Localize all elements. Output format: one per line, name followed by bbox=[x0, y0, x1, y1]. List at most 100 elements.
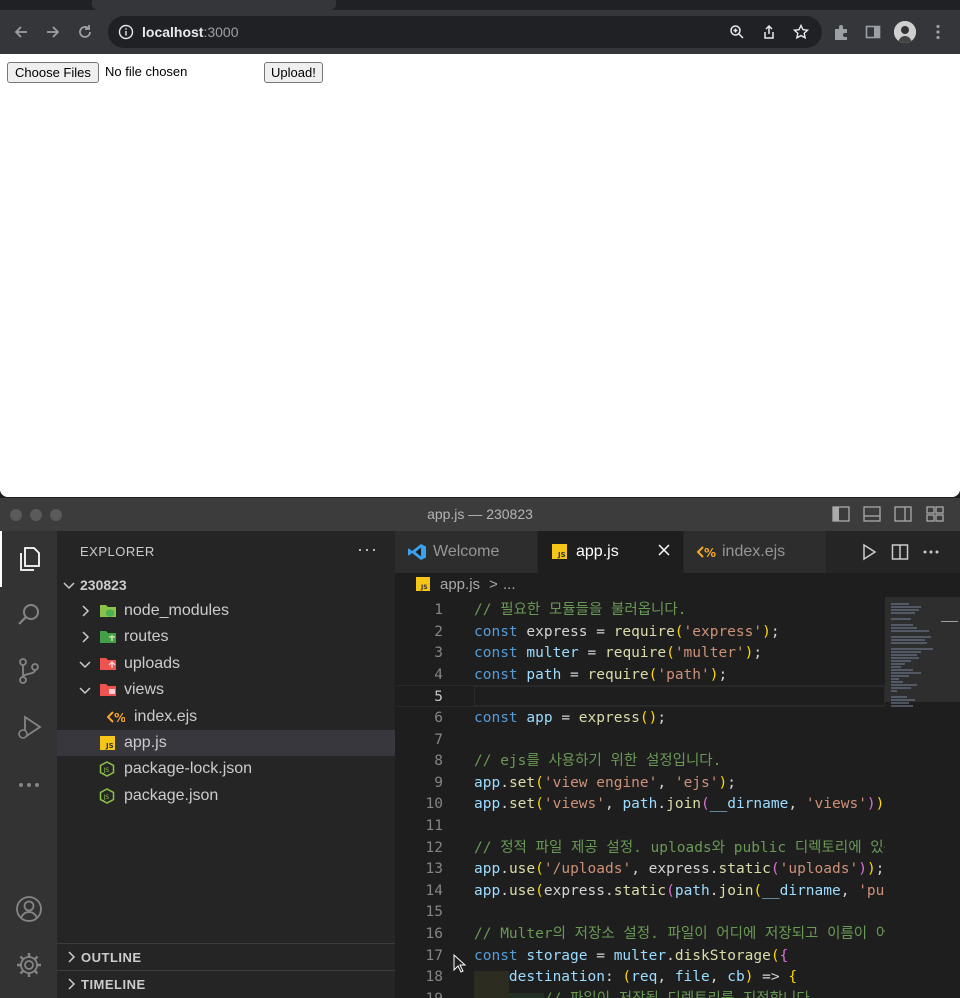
timeline-label: TIMELINE bbox=[81, 977, 146, 992]
upload-button[interactable]: Upload! bbox=[264, 62, 323, 83]
forward-button[interactable] bbox=[37, 10, 69, 54]
tree-item-package-json[interactable]: JS package.json bbox=[57, 783, 395, 809]
line-number: 11 bbox=[425, 818, 443, 834]
code-line[interactable]: 5 bbox=[395, 685, 885, 708]
browser-toolbar: localhost:3000 bbox=[0, 10, 960, 54]
timeline-section-header[interactable]: TIMELINE bbox=[57, 970, 395, 996]
explorer-more-actions[interactable]: ··· bbox=[357, 539, 378, 560]
minimap-line bbox=[891, 630, 929, 632]
svg-text:JS: JS bbox=[103, 767, 110, 774]
code-line[interactable]: 9 app.set('view engine', 'ejs'); bbox=[395, 772, 885, 794]
code-text: app.use('/uploads', express.static('uplo… bbox=[474, 861, 885, 878]
tree-item-index-ejs[interactable]: % index.ejs bbox=[57, 704, 395, 730]
side-panel-icon[interactable] bbox=[864, 23, 882, 41]
code-editor[interactable]: 1 // 필요한 모듈들을 불러옵니다. 2 const express = requ… bbox=[395, 597, 885, 998]
code-line[interactable]: 1 // 필요한 모듈들을 불러옵니다. bbox=[395, 599, 885, 621]
minimap-line bbox=[891, 660, 911, 662]
code-text: app.set('views', path.join(__dirname, 'v… bbox=[474, 796, 885, 813]
workspace-root[interactable]: 230823 bbox=[57, 572, 395, 598]
back-button[interactable] bbox=[5, 10, 37, 54]
tree-item-app-js[interactable]: JS app.js bbox=[57, 730, 395, 756]
code-line[interactable]: 4 const path = require('path'); bbox=[395, 664, 885, 686]
run-icon[interactable] bbox=[860, 543, 878, 561]
profile-avatar[interactable] bbox=[894, 21, 916, 43]
code-line[interactable]: 3 const multer = require('multer'); bbox=[395, 642, 885, 664]
source-control-activity[interactable] bbox=[0, 643, 57, 699]
more-actions-icon[interactable] bbox=[922, 543, 940, 561]
minimap-line bbox=[891, 606, 921, 608]
browser-tab-strip bbox=[0, 0, 960, 10]
close-icon[interactable] bbox=[657, 543, 671, 557]
split-editor-icon[interactable] bbox=[891, 543, 909, 561]
code-line[interactable]: 11 bbox=[395, 815, 885, 837]
code-line[interactable]: 14 app.use(express.static(path.join(__dir… bbox=[395, 880, 885, 902]
address-bar[interactable]: localhost:3000 bbox=[108, 16, 822, 48]
tree-item-views[interactable]: views bbox=[57, 677, 395, 703]
title-bar: app.js — 230823 bbox=[0, 498, 960, 531]
code-text: app.set('view engine', 'ejs'); bbox=[474, 774, 736, 791]
code-line[interactable]: 2 const express = require('express'); bbox=[395, 621, 885, 643]
explorer-activity[interactable] bbox=[0, 531, 57, 587]
customize-layout-icon[interactable] bbox=[926, 506, 944, 522]
extensions-icon[interactable] bbox=[832, 23, 850, 41]
code-line[interactable]: 6 const app = express(); bbox=[395, 707, 885, 729]
minimap-line bbox=[891, 642, 927, 644]
tab-index-ejs[interactable]: % index.ejs bbox=[684, 531, 826, 573]
url-host: localhost bbox=[142, 24, 204, 40]
tab-app-js[interactable]: JS app.js bbox=[538, 531, 683, 573]
code-line[interactable]: 17 const storage = multer.diskStorage({ bbox=[395, 945, 885, 967]
more-activities[interactable] bbox=[0, 757, 57, 813]
line-number: 14 bbox=[425, 882, 443, 899]
tab-label: app.js bbox=[576, 543, 619, 560]
tree-item-uploads[interactable]: uploads bbox=[57, 651, 395, 677]
toggle-panel-icon[interactable] bbox=[863, 506, 881, 522]
minimap-line bbox=[891, 618, 911, 620]
code-line[interactable]: 15 bbox=[395, 901, 885, 923]
minimap-line bbox=[891, 609, 919, 611]
toggle-primary-sidebar-icon[interactable] bbox=[832, 506, 850, 522]
manage-activity[interactable] bbox=[0, 937, 57, 993]
svg-text:JS: JS bbox=[420, 584, 428, 591]
reload-button[interactable] bbox=[69, 10, 101, 54]
browser-window: localhost:3000 Choose Files No file chos… bbox=[0, 0, 960, 497]
share-icon[interactable] bbox=[761, 24, 777, 40]
minimap-line bbox=[891, 651, 921, 653]
line-number: 16 bbox=[425, 926, 443, 942]
choose-files-button[interactable]: Choose Files bbox=[7, 62, 99, 83]
run-debug-activity[interactable] bbox=[0, 699, 57, 755]
code-line[interactable]: 19 // 파일이 저장될 디렉토리를 지정합니다. bbox=[395, 988, 885, 998]
accounts-activity[interactable] bbox=[0, 881, 57, 937]
account-icon bbox=[15, 896, 42, 922]
minimap[interactable] bbox=[885, 597, 960, 998]
browser-active-tab[interactable] bbox=[92, 0, 336, 10]
tree-item-node-modules[interactable]: node_modules bbox=[57, 598, 395, 624]
code-text: const app = express(); bbox=[474, 710, 667, 726]
chevron-right-icon bbox=[82, 605, 90, 617]
zoom-icon[interactable] bbox=[729, 24, 745, 40]
info-icon[interactable] bbox=[118, 24, 134, 40]
code-line[interactable]: 18 destination: (req, file, cb) => { bbox=[395, 966, 885, 988]
code-text: destination: (req, file, cb) => { bbox=[508, 969, 798, 986]
code-line[interactable]: 13 app.use('/uploads', express.static('up… bbox=[395, 858, 885, 880]
tab-welcome[interactable]: Welcome bbox=[395, 531, 537, 573]
code-line[interactable]: 7 bbox=[395, 729, 885, 751]
bookmark-star-icon[interactable] bbox=[793, 24, 809, 40]
code-line[interactable]: 16 // Multer의 저장소 설정. 파일이 어디에 저장되고 이름이 어떻… bbox=[395, 923, 885, 945]
search-activity[interactable] bbox=[0, 587, 57, 643]
browser-menu-icon[interactable] bbox=[929, 23, 947, 41]
code-line[interactable]: 10 app.set('views', path.join(__dirname, … bbox=[395, 793, 885, 815]
line-number: 13 bbox=[425, 861, 443, 878]
code-line[interactable]: 8 // ejs를 사용하기 위한 설정입니다. bbox=[395, 750, 885, 772]
code-text: const express = require('express'); bbox=[474, 623, 780, 640]
outline-section-header[interactable]: OUTLINE bbox=[57, 943, 395, 969]
line-number: 15 bbox=[425, 904, 443, 921]
node-folder-icon bbox=[100, 605, 116, 617]
breadcrumb-file[interactable]: app.js bbox=[440, 576, 480, 593]
chevron-right-icon bbox=[68, 951, 76, 963]
breadcrumb-symbol[interactable]: ... bbox=[503, 576, 516, 593]
minimap-line bbox=[891, 624, 913, 626]
tree-item-package-lock-json[interactable]: JS package-lock.json bbox=[57, 756, 395, 782]
tree-item-routes[interactable]: routes bbox=[57, 624, 395, 650]
toggle-secondary-sidebar-icon[interactable] bbox=[894, 506, 912, 522]
code-line[interactable]: 12 // 정적 파일 제공 설정. uploads와 public 디렉토리에 … bbox=[395, 837, 885, 859]
